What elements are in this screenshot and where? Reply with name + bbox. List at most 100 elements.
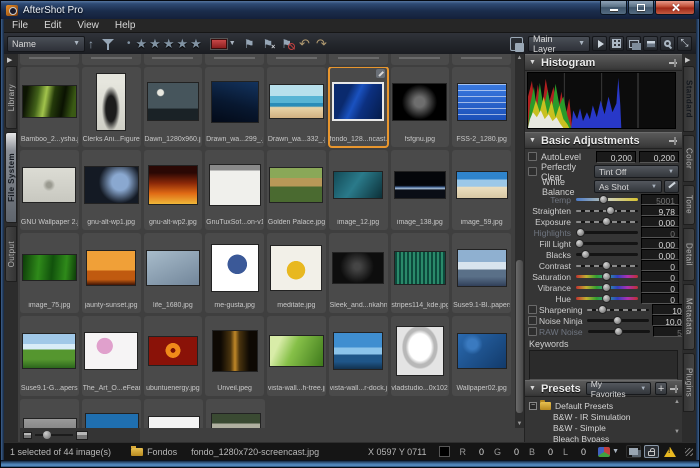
slider-value[interactable]: 0 <box>641 271 679 282</box>
multi-view-icon[interactable] <box>626 36 641 51</box>
color-label-swatch[interactable] <box>211 39 227 49</box>
dual-monitor-icon[interactable] <box>626 445 641 458</box>
thumbnail-cell[interactable] <box>20 399 79 428</box>
thumbnail-cell[interactable]: vista-wall...r-dock.jpg <box>329 316 388 396</box>
pin-icon[interactable] <box>669 384 678 394</box>
add-preset-button[interactable]: + <box>655 382 667 395</box>
thumbnail-cell[interactable]: GNU Wallpaper 2.jpg <box>20 150 79 230</box>
slider-track[interactable] <box>576 198 638 201</box>
filter-icon[interactable] <box>102 38 114 50</box>
slider-handle[interactable] <box>575 239 584 248</box>
keywords-input[interactable] <box>529 350 678 380</box>
histogram-header[interactable]: ▼ Histogram <box>525 54 682 71</box>
slider-track[interactable] <box>576 221 638 223</box>
preset-item[interactable]: −Default Presets <box>529 400 680 411</box>
raw-noise-checkbox[interactable] <box>528 327 537 336</box>
slider-value[interactable]: 10,00 <box>652 315 682 326</box>
thumbnail-cell[interactable]: jaunty-sunset.jpg <box>82 233 141 313</box>
slider-value[interactable]: 100 <box>652 304 682 315</box>
thumbnail-cell[interactable] <box>206 399 265 428</box>
thumbnail-cell[interactable]: vladstudio...0x1024.jpg <box>391 316 450 396</box>
layer-select[interactable]: Main Layer▼ <box>528 36 590 52</box>
resize-grip[interactable] <box>685 448 693 456</box>
star-icon[interactable]: ★ <box>136 36 148 52</box>
thumbnail-cell[interactable]: image_138.jpg <box>391 150 450 230</box>
menu-item-edit[interactable]: Edit <box>36 20 69 31</box>
collapse-left-icon[interactable]: ▶ <box>7 56 12 64</box>
sort-select[interactable]: Name▼ <box>7 36 85 52</box>
thumbnail-cell[interactable]: Drawn_wa...299_.jpg <box>205 67 264 147</box>
slider-value[interactable]: 0 <box>641 260 679 271</box>
thumbnail-cell-partial[interactable] <box>267 54 326 65</box>
slider-track[interactable] <box>587 309 649 311</box>
preset-item[interactable]: B&W - Simple <box>529 422 680 433</box>
presets-favorites-select[interactable]: My Favorites▼ <box>586 382 652 395</box>
thumbnail-cell[interactable]: Wallpaper02.jpg <box>452 316 511 396</box>
rotate-left-icon[interactable]: ↶ <box>299 36 310 52</box>
eyedropper-icon[interactable] <box>664 180 679 193</box>
thumbnail-cell[interactable]: GnuTuxSof...on-v1.jpg <box>205 150 264 230</box>
thumbnail-cell[interactable]: fondo_128...ncast.jpg <box>329 67 388 147</box>
panel-tab-plugins[interactable]: Plugins <box>683 353 695 413</box>
panel-tab-metadata[interactable]: Metadata <box>683 284 695 350</box>
thumbnail-cell[interactable]: Suse9.1-Bl..papers.jpg <box>452 233 511 313</box>
size-slider-knob[interactable] <box>43 431 51 439</box>
slider-value[interactable]: 50 <box>653 326 682 337</box>
sort-ascending-icon[interactable]: ↑ <box>88 35 94 53</box>
slider-value[interactable]: 0,00 <box>641 238 679 249</box>
rotate-right-icon[interactable]: ↷ <box>316 36 327 52</box>
thumbnail-cell[interactable]: image_59.jpg <box>452 150 511 230</box>
thumbnail-cell-partial[interactable] <box>20 54 79 65</box>
flag-pick-icon[interactable]: ⚑ <box>244 37 255 51</box>
slider-track[interactable] <box>587 319 649 322</box>
thumbnail-cell[interactable]: The_Art_O...eFear.jpg <box>82 316 141 396</box>
thumbnail-cell[interactable]: stripes114_kde.jpg <box>391 233 450 313</box>
lock-icon[interactable] <box>644 445 659 458</box>
thumbnail-cell[interactable]: life_1680.jpg <box>144 233 203 313</box>
slider-handle[interactable] <box>614 327 623 336</box>
slider-handle[interactable] <box>581 250 590 259</box>
slider-handle[interactable] <box>606 206 615 215</box>
slider-value[interactable]: 5001 <box>641 194 679 205</box>
slideshow-icon[interactable] <box>592 36 607 51</box>
zoom-icon[interactable] <box>660 36 675 51</box>
color-profile-icon[interactable] <box>598 447 610 457</box>
presets-header[interactable]: ▼ Presets My Favorites▼ + <box>525 380 682 397</box>
fullscreen-icon[interactable]: ⤡ <box>677 36 692 51</box>
thumbnail-cell[interactable]: me-gusta.jpg <box>205 233 264 313</box>
scroll-up-icon[interactable]: ▲ <box>516 54 523 62</box>
thumbnail-cell-partial[interactable] <box>205 54 264 65</box>
basic-adjustments-header[interactable]: ▼ Basic Adjustments <box>525 132 682 149</box>
thumbnail-cell[interactable]: image_75.jpg <box>20 233 79 313</box>
collapse-triangle-icon[interactable]: ▼ <box>529 385 536 392</box>
preset-item[interactable]: B&W - IR Simulation <box>529 411 680 422</box>
menu-item-help[interactable]: Help <box>107 20 144 31</box>
thumbnail-cell[interactable]: fsfgnu.jpg <box>391 67 450 147</box>
pin-icon[interactable] <box>668 58 678 68</box>
slider-handle[interactable] <box>598 305 607 314</box>
autolevel-value-1[interactable]: 0,200 <box>596 151 636 163</box>
warning-icon[interactable] <box>662 445 677 458</box>
thumbnail-cell[interactable]: ubuntuenergy.jpg <box>144 316 203 396</box>
menu-item-file[interactable]: File <box>4 20 36 31</box>
thumbnail-cell[interactable]: Clerks Ani...Figure.jpg <box>82 67 141 147</box>
thumbnail-cell-partial[interactable] <box>144 54 203 65</box>
perfectly-clear-checkbox[interactable] <box>528 167 537 176</box>
layers-icon[interactable] <box>510 37 523 51</box>
panel-tab-tone[interactable]: Tone <box>683 185 695 225</box>
sharpening-checkbox[interactable] <box>528 305 537 314</box>
slider-handle[interactable] <box>602 217 611 226</box>
slider-value[interactable]: 0 <box>641 282 679 293</box>
thumbnail-cell[interactable]: Suse9.1-G...apers.jpg <box>20 316 79 396</box>
slider-handle[interactable] <box>599 195 608 204</box>
thumbnail-cell[interactable]: FSS-2_1280.jpg <box>452 67 511 147</box>
color-label-dropdown-icon[interactable]: ▼ <box>229 40 236 47</box>
autolevel-checkbox[interactable] <box>528 152 537 161</box>
panel-tab-detail[interactable]: Detail <box>683 228 695 281</box>
thumbnail-cell[interactable]: gnu-alt-wp1.jpg <box>82 150 141 230</box>
thumbnail-cell[interactable]: gnu-alt-wp2.jpg <box>144 150 203 230</box>
thumbnail-cell[interactable]: vista-wall...h-tree.jpg <box>267 316 326 396</box>
panel-tab-color[interactable]: Color <box>683 135 695 182</box>
slider-handle[interactable] <box>602 294 611 303</box>
star-icon[interactable]: ★ <box>149 36 161 52</box>
